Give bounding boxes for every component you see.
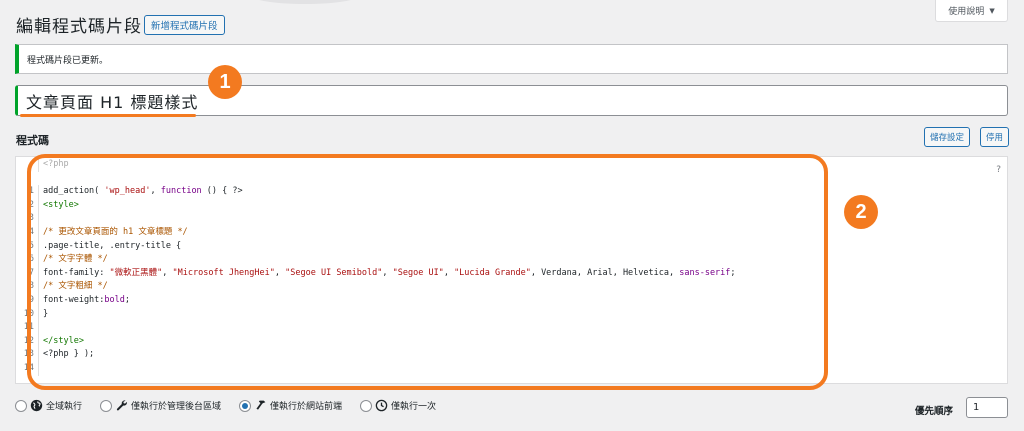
snippet-title-input[interactable]: 文章頁面 H1 標題樣式	[15, 85, 1008, 116]
annotation-code-highlight	[27, 154, 828, 390]
wrench-icon	[115, 399, 128, 412]
annotation-badge-2: 2	[844, 195, 878, 229]
code-section-label: 程式碼	[16, 134, 49, 147]
scope-option-label: 僅執行於網站前端	[270, 402, 343, 412]
updated-notice: 程式碼片段已更新。	[15, 44, 1008, 74]
disable-button[interactable]: 停用	[980, 127, 1010, 147]
scope-option-label: 僅執行於管理後台區域	[131, 402, 222, 412]
scope-radio[interactable]	[239, 399, 252, 412]
priority-input[interactable]: 1	[966, 397, 1008, 418]
annotation-underline	[20, 114, 196, 117]
scope-option[interactable]: 全域執行	[15, 399, 82, 412]
help-tab-button[interactable]: 使用說明 ▼	[935, 0, 1008, 22]
hammer-icon	[254, 399, 267, 412]
scope-option[interactable]: 僅執行一次	[360, 399, 436, 412]
editor-help-icon[interactable]: ?	[996, 165, 1001, 175]
scope-radio[interactable]	[100, 399, 113, 412]
scope-option[interactable]: 僅執行於網站前端	[239, 399, 342, 412]
scope-radio[interactable]	[15, 399, 27, 412]
top-decoration	[250, 0, 360, 4]
globe-icon	[30, 399, 43, 412]
scope-radio[interactable]	[360, 399, 373, 412]
scope-option-label: 全域執行	[46, 402, 83, 412]
save-settings-button[interactable]: 儲存設定	[924, 127, 971, 147]
help-tab-label: 使用說明	[948, 7, 985, 17]
priority-label: 優先順序	[915, 406, 954, 417]
scope-option[interactable]: 僅執行於管理後台區域	[100, 399, 221, 412]
clock-icon	[375, 399, 388, 412]
add-new-snippet-button[interactable]: 新增程式碼片段	[144, 15, 225, 35]
scope-option-label: 僅執行一次	[391, 402, 437, 412]
caret-down-icon: ▼	[989, 6, 995, 15]
notice-text: 程式碼片段已更新。	[27, 55, 109, 66]
scope-options: 全域執行 僅執行於管理後台區域 僅執行於網站前端 僅執行一次	[15, 399, 454, 412]
annotation-badge-1: 1	[208, 65, 242, 99]
page-title: 編輯程式碼片段	[16, 17, 142, 37]
